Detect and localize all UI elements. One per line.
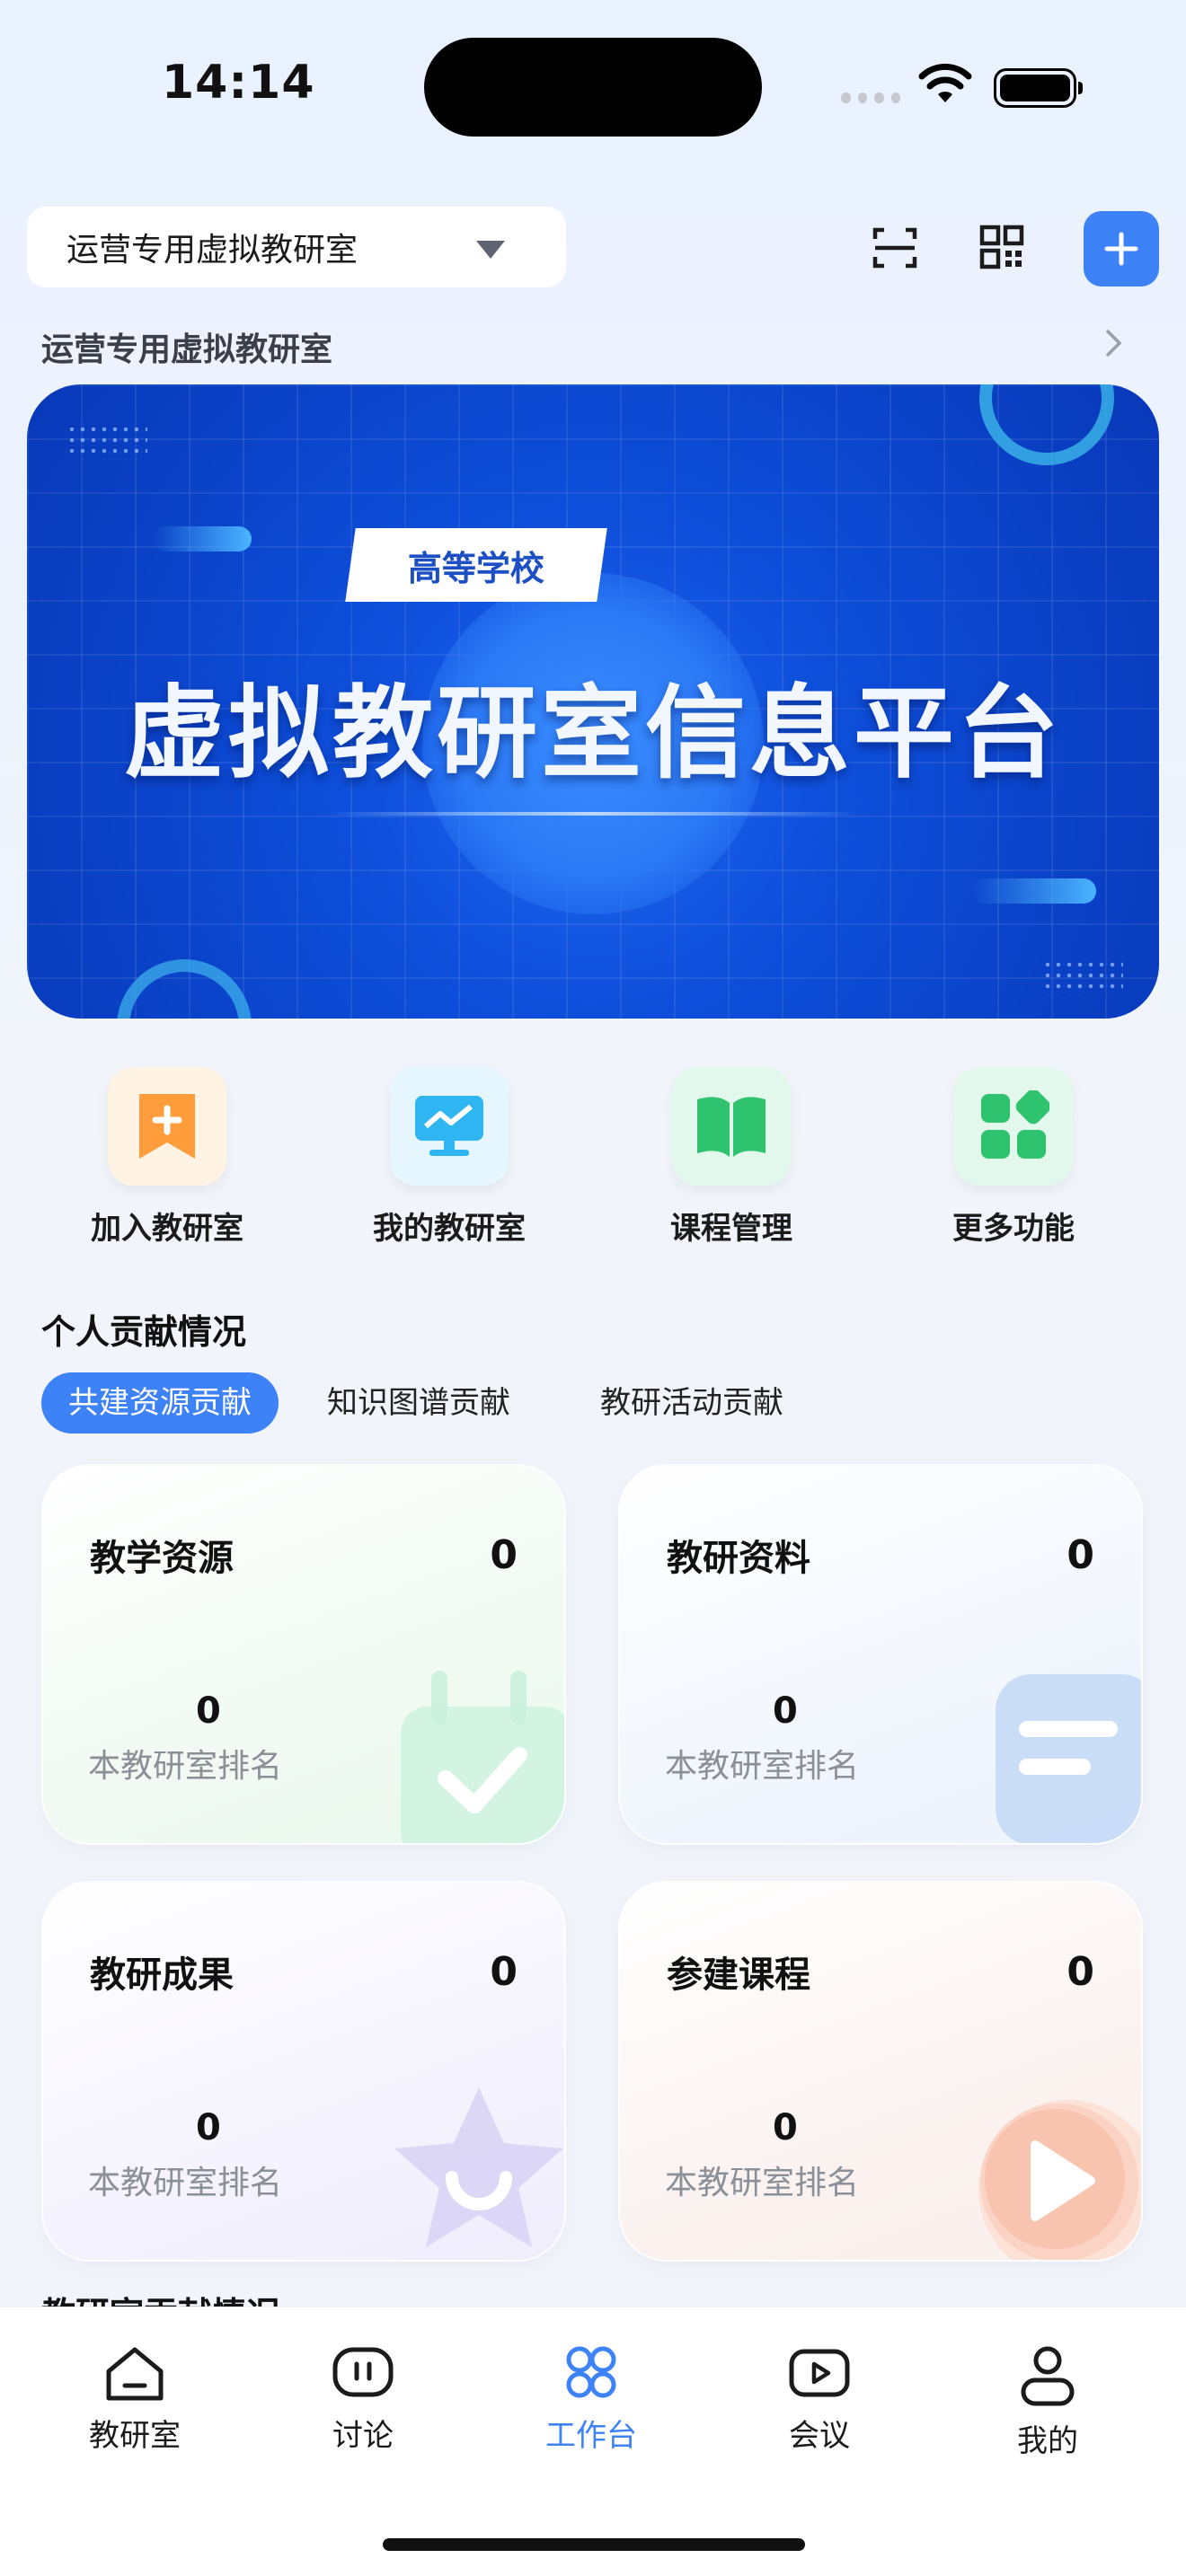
contribution-tabs: 共建资源贡献 知识图谱贡献 教研活动贡献: [41, 1372, 810, 1434]
tab-meeting[interactable]: 会议: [730, 2344, 909, 2455]
my-lab-label: 我的教研室: [373, 1211, 526, 1247]
card-value: 0: [490, 1949, 518, 1995]
person-icon: [1021, 2346, 1075, 2406]
stat-card-research-results[interactable]: 教研成果 0 0 本教研室排名: [41, 1881, 566, 2262]
monitor-chart-icon: [390, 1067, 509, 1186]
document-icon: [996, 1674, 1141, 1843]
banner-tag: 高等学校: [345, 528, 607, 602]
tab-workbench-label: 工作台: [545, 2418, 637, 2454]
add-button[interactable]: [1084, 211, 1159, 287]
tab-knowledge-graph[interactable]: 知识图谱贡献: [300, 1372, 537, 1434]
scan-icon[interactable]: [872, 225, 918, 271]
card-value: 0: [490, 1532, 518, 1578]
banner-streak: [153, 526, 252, 551]
course-management-label: 课程管理: [670, 1211, 792, 1247]
star-icon: [394, 2087, 563, 2247]
video-icon: [789, 2349, 850, 2397]
card-title: 教学资源: [90, 1538, 234, 1579]
apps-grid-icon: [954, 1067, 1073, 1186]
card-value: 0: [1067, 1532, 1094, 1578]
status-time: 14:14: [162, 56, 315, 110]
rank-label: 本教研室排名: [88, 1748, 283, 1785]
dynamic-island: [424, 38, 762, 137]
rank-value: 0: [196, 2107, 221, 2148]
tab-discussion-label: 讨论: [332, 2418, 394, 2454]
lab-selector[interactable]: 运营专用虚拟教研室: [27, 207, 566, 287]
more-features-label: 更多功能: [952, 1211, 1075, 1247]
lab-name-link[interactable]: 运营专用虚拟教研室: [41, 323, 332, 370]
section-title: 个人贡献情况: [41, 1312, 247, 1352]
stat-card-participating-courses[interactable]: 参建课程 0 0 本教研室排名: [618, 1881, 1143, 2262]
tab-lab-label: 教研室: [89, 2418, 181, 2454]
tab-meeting-label: 会议: [789, 2418, 850, 2454]
rank-label: 本教研室排名: [665, 2165, 860, 2201]
banner-dots: [66, 424, 147, 460]
card-title: 教研成果: [90, 1954, 234, 1996]
card-value: 0: [1067, 1949, 1094, 1995]
banner-underline: [323, 812, 863, 816]
rank-label: 本教研室排名: [665, 1748, 860, 1785]
wifi-icon: [918, 63, 972, 102]
banner[interactable]: 高等学校 虚拟教研室信息平台: [27, 384, 1159, 1019]
home-indicator[interactable]: [383, 2538, 805, 2551]
card-title: 参建课程: [667, 1954, 810, 1996]
banner-title: 虚拟教研室信息平台: [124, 675, 1062, 792]
rank-label: 本教研室排名: [88, 2165, 283, 2201]
calendar-check-icon: [401, 1671, 564, 1843]
tab-research-activities[interactable]: 教研活动贡献: [573, 1372, 810, 1434]
card-title: 教研资料: [667, 1538, 810, 1579]
signal-icon: [841, 93, 900, 103]
workbench-icon: [566, 2346, 616, 2398]
rank-value: 0: [773, 2107, 798, 2148]
rank-value: 0: [773, 1690, 798, 1732]
tab-workbench[interactable]: 工作台: [501, 2344, 681, 2455]
stat-card-research-materials[interactable]: 教研资料 0 0 本教研室排名: [618, 1464, 1143, 1845]
banner-streak: [970, 878, 1096, 904]
dropdown-arrow-icon: [476, 241, 505, 259]
qr-code-icon[interactable]: [979, 225, 1024, 269]
tab-profile[interactable]: 我的: [958, 2344, 1137, 2460]
open-book-icon: [672, 1067, 791, 1186]
home-icon: [106, 2347, 164, 2401]
bookmark-plus-icon: [108, 1067, 226, 1186]
tab-shared-resources[interactable]: 共建资源贡献: [41, 1372, 279, 1434]
more-features-button[interactable]: 更多功能: [897, 1067, 1130, 1248]
join-lab-button[interactable]: 加入教研室: [50, 1067, 284, 1248]
tab-lab[interactable]: 教研室: [45, 2344, 225, 2455]
course-management-button[interactable]: 课程管理: [615, 1067, 848, 1248]
battery-icon: [994, 68, 1083, 108]
my-lab-button[interactable]: 我的教研室: [332, 1067, 566, 1248]
chevron-right-icon[interactable]: [1103, 327, 1123, 359]
play-icon: [978, 2100, 1141, 2260]
tab-discussion[interactable]: 讨论: [273, 2344, 453, 2455]
banner-dots: [1042, 959, 1123, 995]
rank-value: 0: [196, 1690, 221, 1732]
lab-selector-label: 运营专用虚拟教研室: [66, 232, 358, 269]
stat-card-teaching-resources[interactable]: 教学资源 0 0 本教研室排名: [41, 1464, 566, 1845]
plus-icon: [1104, 232, 1138, 266]
chat-icon: [332, 2347, 394, 2397]
tab-profile-label: 我的: [1017, 2423, 1078, 2459]
join-lab-label: 加入教研室: [91, 1211, 243, 1247]
